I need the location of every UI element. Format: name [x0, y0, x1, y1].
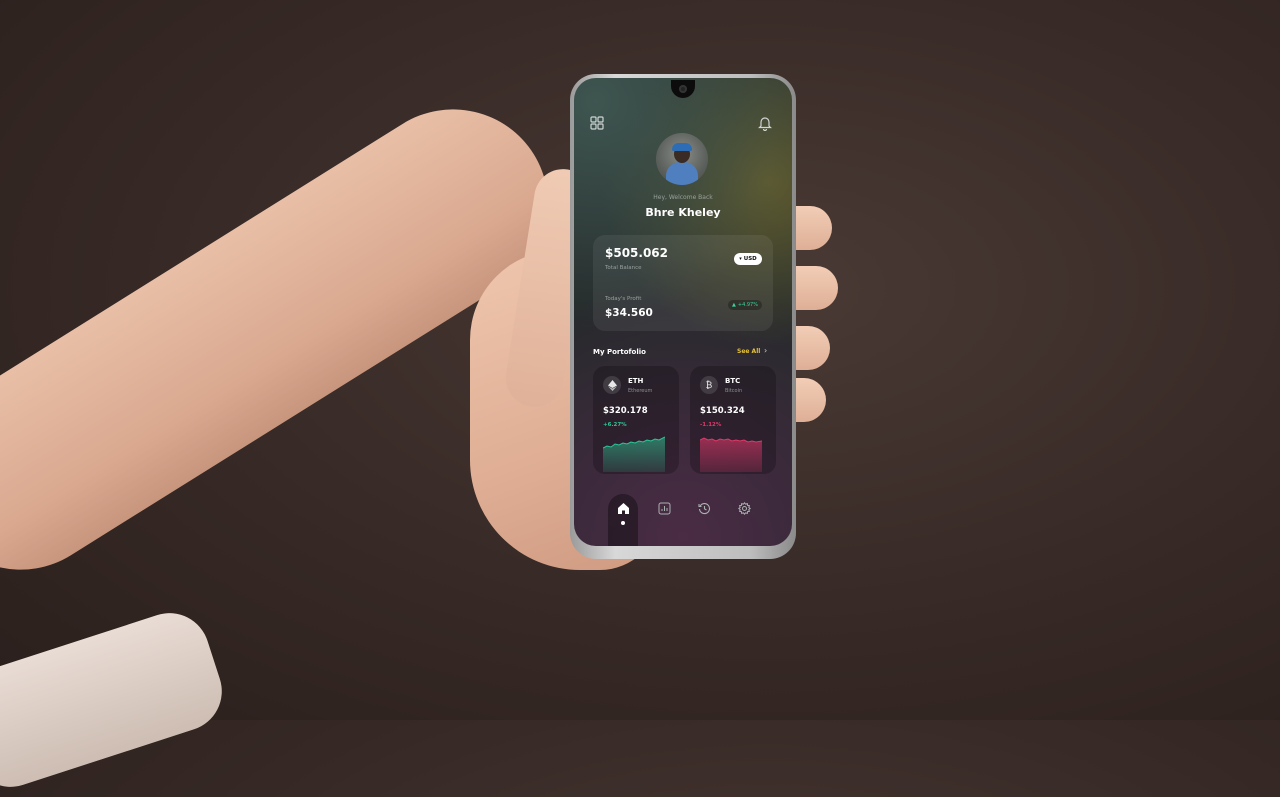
currency-selector[interactable]: ▾ USD: [734, 253, 762, 265]
welcome-text: Hey, Welcome Back: [653, 194, 713, 201]
arrow-up-icon: ▲: [732, 302, 736, 308]
balance-card[interactable]: $505.062 Total Balance ▾ USD Today's Pro…: [593, 235, 773, 331]
coin-symbol: ETH: [628, 377, 644, 385]
sparkline-chart-eth: [603, 436, 665, 472]
profit-change-value: +4.97%: [737, 302, 758, 308]
bottom-nav: [574, 488, 792, 546]
user-name: Bhre Kheley: [645, 206, 721, 219]
bitcoin-icon: ₿: [700, 376, 718, 394]
coin-name: Bitcoin: [725, 388, 743, 394]
avatar[interactable]: [656, 133, 708, 185]
sleeve: [0, 602, 233, 797]
profit-label: Today's Profit: [605, 296, 642, 302]
history-icon[interactable]: [698, 502, 711, 515]
avatar-cap: [672, 143, 692, 151]
total-balance-label: Total Balance: [605, 265, 642, 271]
portfolio-title: My Portofolio: [593, 348, 646, 356]
coin-card-btc[interactable]: ₿ BTC Bitcoin $150.324 -1.12%: [690, 366, 776, 474]
coin-change: -1.12%: [700, 422, 722, 428]
coin-price: $150.324: [700, 406, 745, 416]
chevron-down-icon: ▾: [739, 256, 742, 262]
ethereum-icon: [603, 376, 621, 394]
total-balance-amount: $505.062: [605, 246, 669, 260]
coin-name: Ethereum: [628, 388, 653, 394]
chevron-right-icon[interactable]: ›: [764, 346, 767, 355]
home-icon[interactable]: [617, 502, 630, 515]
currency-label: USD: [743, 256, 757, 262]
see-all-link[interactable]: See All: [737, 348, 760, 355]
bell-icon[interactable]: [758, 115, 772, 131]
camera-notch: [671, 80, 695, 98]
coin-card-eth[interactable]: ETH Ethereum $320.178 +6.27%: [593, 366, 679, 474]
settings-icon[interactable]: [738, 502, 751, 515]
coin-price: $320.178: [603, 406, 648, 416]
profit-amount: $34.560: [605, 307, 653, 319]
avatar-body: [666, 162, 698, 185]
profit-change-badge: ▲ +4.97%: [728, 300, 762, 310]
coin-change: +6.27%: [603, 422, 627, 428]
phone-screen: Hey, Welcome Back Bhre Kheley $505.062 T…: [574, 78, 792, 546]
chart-icon[interactable]: [658, 502, 671, 515]
coin-symbol: BTC: [725, 377, 741, 385]
active-dot: [621, 521, 625, 525]
grid-icon[interactable]: [590, 116, 604, 130]
sparkline-chart-btc: [700, 437, 762, 472]
